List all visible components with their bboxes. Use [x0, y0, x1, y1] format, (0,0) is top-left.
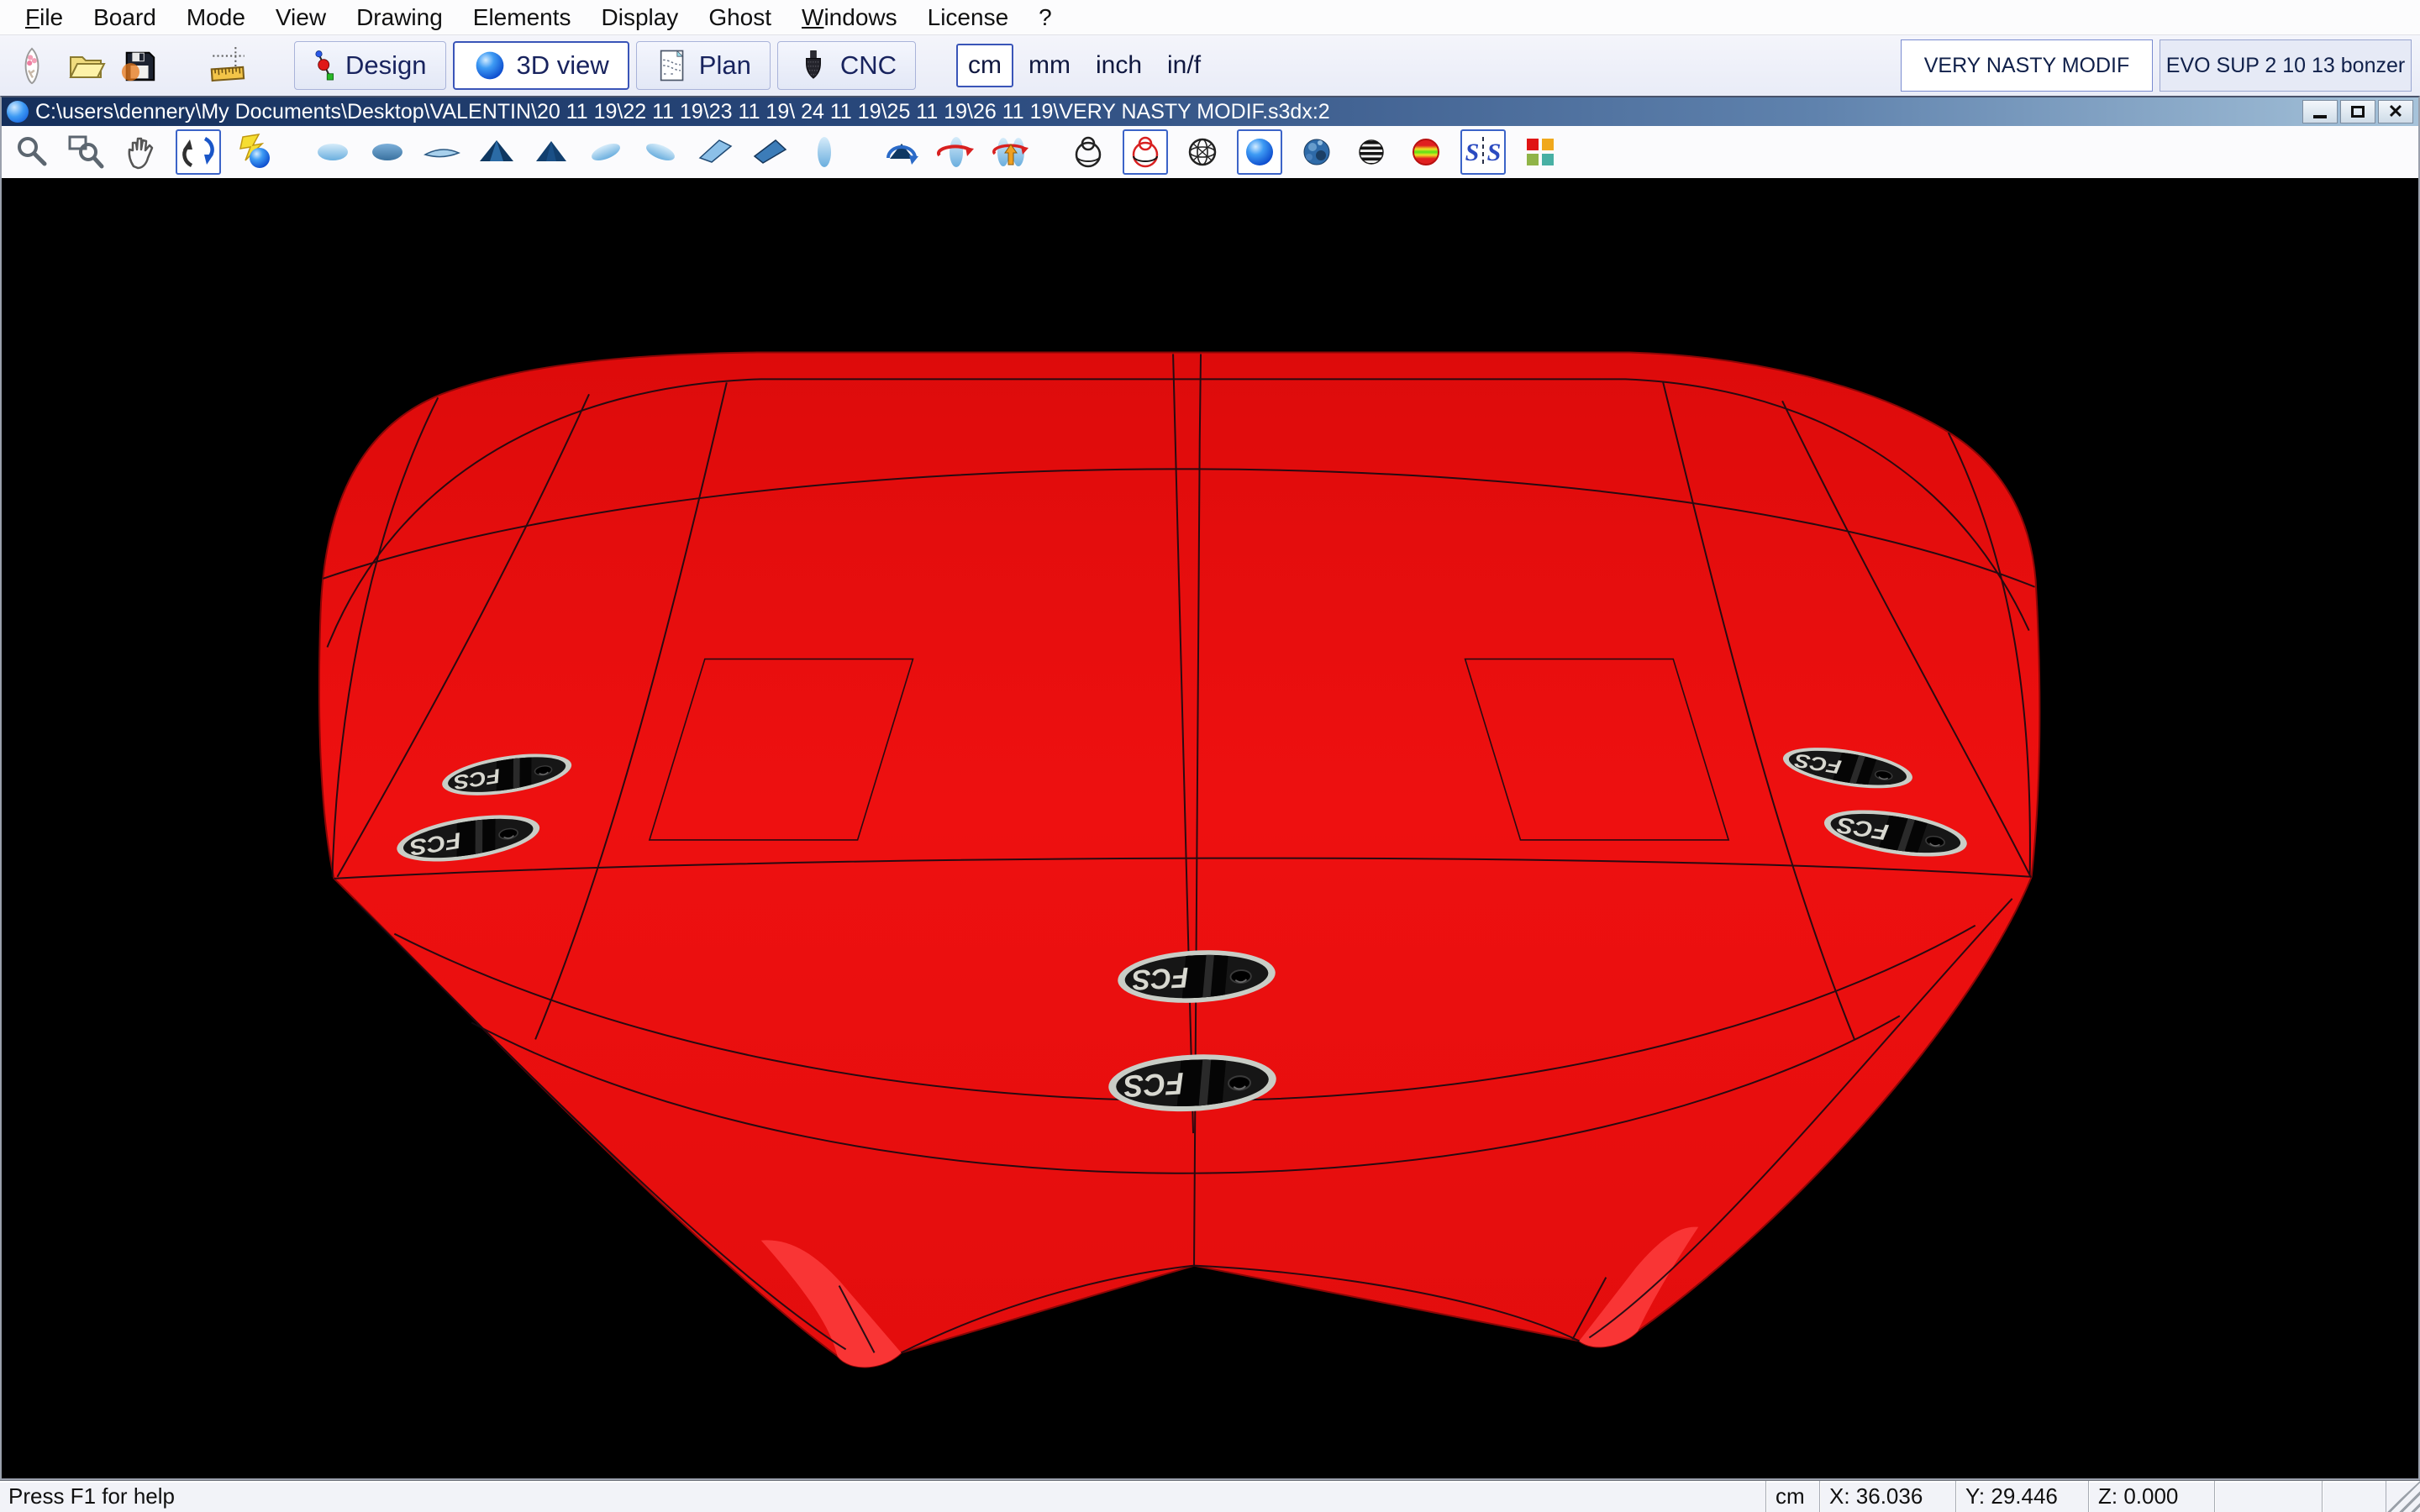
view-tilt-right-icon[interactable]: [640, 132, 681, 172]
zoom-window-icon[interactable]: [66, 132, 107, 172]
lighting-icon[interactable]: [235, 132, 276, 172]
status-empty-cell: [2215, 1481, 2323, 1512]
render-wireframe-icon[interactable]: [1068, 132, 1108, 172]
document-sphere-icon: [7, 101, 29, 123]
status-x-coordinate: X: 36.036: [1820, 1481, 1956, 1512]
sphere-icon: [473, 49, 507, 82]
render-zebra-icon[interactable]: [1351, 132, 1392, 172]
menu-elements[interactable]: Elements: [460, 1, 585, 34]
unit-selector: cm mm inch in/f: [956, 44, 1211, 87]
minimize-icon: [2313, 115, 2327, 118]
design-mode-button[interactable]: Design: [294, 41, 446, 90]
render-texture-icon[interactable]: [1297, 132, 1337, 172]
canvas-3d-view[interactable]: FCS: [2, 178, 2418, 1478]
window-controls: ✕: [2302, 100, 2413, 123]
menu-file[interactable]: File: [12, 1, 76, 34]
color-palette-icon[interactable]: [1520, 132, 1560, 172]
render-mesh-icon[interactable]: [1182, 132, 1223, 172]
menu-license[interactable]: License: [914, 1, 1023, 34]
spin-vertical-icon[interactable]: [991, 132, 1031, 172]
menu-bar: File Board Mode View Drawing Elements Di…: [0, 0, 2420, 35]
outline-top-icon[interactable]: [313, 132, 353, 172]
maximize-button[interactable]: [2340, 100, 2375, 123]
plan-mode-button[interactable]: Plan: [636, 41, 771, 90]
cnc-mode-button[interactable]: CNC: [777, 41, 916, 90]
plan-document-icon: [655, 49, 689, 82]
save-file-icon[interactable]: [116, 41, 163, 90]
document-title: C:\users\dennery\My Documents\Desktop\VA…: [35, 100, 1330, 124]
render-solid-icon[interactable]: [1237, 129, 1282, 175]
main-toolbar: Design 3D view Plan CNC cm mm inch in/f …: [0, 35, 2420, 96]
board-tab-evo-sup[interactable]: EVO SUP 2 10 13 bonzer: [2160, 39, 2412, 92]
resize-grip[interactable]: [2386, 1481, 2420, 1512]
status-z-coordinate: Z: 0.000: [2089, 1481, 2215, 1512]
rotate-object-icon[interactable]: [881, 132, 922, 172]
3d-view-mode-button[interactable]: 3D view: [453, 41, 629, 90]
design-nodes-icon: [313, 48, 335, 83]
plan-label: Plan: [699, 50, 751, 81]
menu-display[interactable]: Display: [588, 1, 692, 34]
render-wireframe-red-icon[interactable]: [1123, 129, 1168, 175]
unit-inf[interactable]: in/f: [1157, 44, 1211, 87]
open-file-icon[interactable]: [62, 41, 109, 90]
outline-bottom-icon[interactable]: [367, 132, 408, 172]
symmetry-icon[interactable]: S S: [1460, 129, 1506, 175]
board-3d-render: FCS: [2, 178, 2418, 1478]
view-nose-2-icon[interactable]: [531, 132, 571, 172]
pan-hand-icon[interactable]: [121, 132, 161, 172]
menu-mode[interactable]: Mode: [173, 1, 259, 34]
menu-ghost[interactable]: Ghost: [695, 1, 785, 34]
menu-help[interactable]: ?: [1025, 1, 1065, 34]
status-y-coordinate: Y: 29.446: [1956, 1481, 2089, 1512]
view-nose-1-icon[interactable]: [476, 132, 517, 172]
view-perspective-dark-icon[interactable]: [750, 132, 790, 172]
zoom-icon[interactable]: [12, 132, 52, 172]
status-empty-cell: [2323, 1481, 2386, 1512]
close-button[interactable]: ✕: [2378, 100, 2413, 123]
view-toolbar: S S: [2, 126, 2418, 178]
status-bar: Press F1 for help cm X: 36.036 Y: 29.446…: [0, 1480, 2420, 1512]
spin-horizontal-icon[interactable]: [936, 132, 976, 172]
board-bottom-surface[interactable]: [319, 352, 2039, 1367]
document-title-bar[interactable]: C:\users\dennery\My Documents\Desktop\VA…: [2, 97, 2418, 126]
menu-drawing[interactable]: Drawing: [343, 1, 456, 34]
board-tab-very-nasty-modif[interactable]: VERY NASTY MODIF: [1901, 39, 2153, 92]
dimensions-icon[interactable]: [205, 41, 252, 90]
document-window: C:\users\dennery\My Documents\Desktop\VA…: [0, 96, 2420, 1480]
maximize-icon: [2351, 106, 2365, 118]
cnc-label: CNC: [840, 50, 897, 81]
view-tilt-left-icon[interactable]: [586, 132, 626, 172]
menu-windows[interactable]: Windows: [788, 1, 911, 34]
unit-mm[interactable]: mm: [1018, 44, 1081, 87]
menu-view[interactable]: View: [262, 1, 339, 34]
svg-text:S: S: [1487, 139, 1502, 166]
outline-side-icon[interactable]: [422, 132, 462, 172]
design-label: Design: [345, 50, 427, 81]
unit-cm[interactable]: cm: [956, 44, 1013, 87]
minimize-button[interactable]: [2302, 100, 2338, 123]
unit-inch[interactable]: inch: [1086, 44, 1152, 87]
cnc-bit-icon: [797, 49, 830, 82]
view-front-icon[interactable]: [804, 132, 844, 172]
view-perspective-light-icon[interactable]: [695, 132, 735, 172]
status-help-text: Press F1 for help: [0, 1481, 1766, 1512]
3d-view-label: 3D view: [517, 50, 609, 81]
rotate-3d-icon[interactable]: [176, 129, 221, 175]
menu-board[interactable]: Board: [80, 1, 170, 34]
render-curvature-icon[interactable]: [1406, 132, 1446, 172]
new-board-icon[interactable]: [8, 41, 55, 90]
status-unit: cm: [1766, 1481, 1820, 1512]
svg-text:S: S: [1465, 139, 1480, 166]
